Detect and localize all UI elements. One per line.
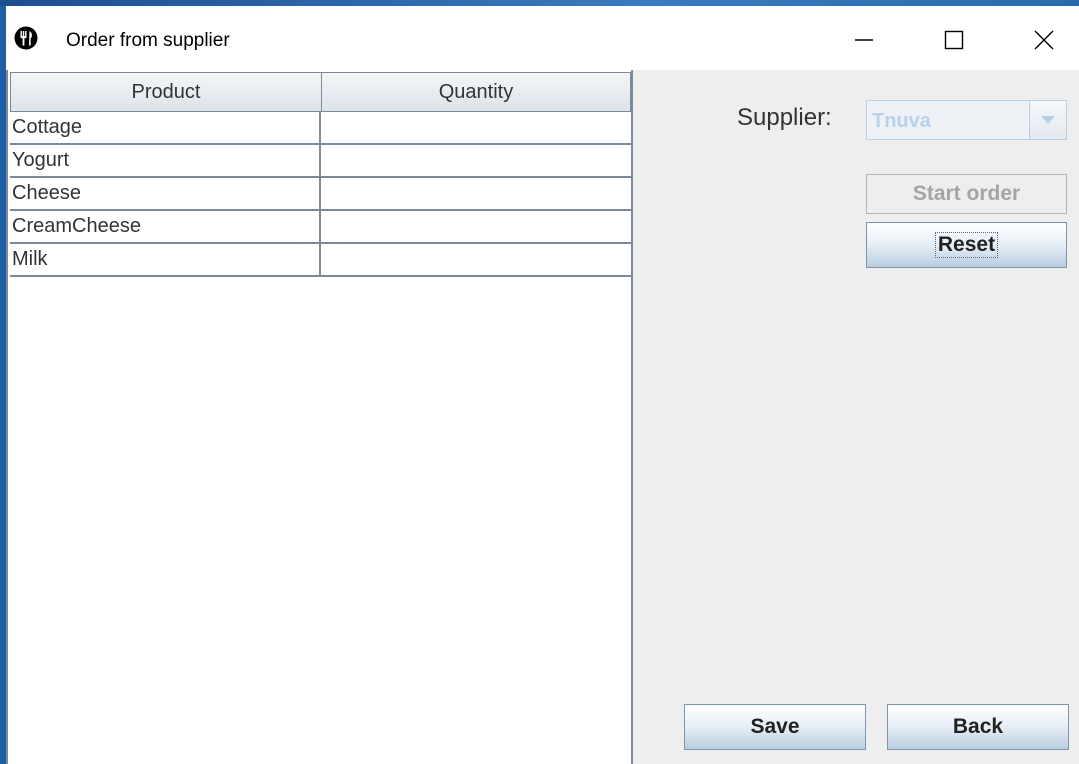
quantity-cell[interactable] [321, 211, 631, 242]
title-bar[interactable]: Order from supplier [6, 6, 1079, 70]
close-icon [1034, 30, 1054, 50]
save-button[interactable]: Save [684, 704, 866, 750]
product-cell[interactable]: Yogurt [10, 145, 321, 176]
table-body: Cottage Yogurt Cheese CreamCheese Milk [10, 112, 631, 277]
close-button[interactable] [1014, 20, 1074, 60]
column-header-quantity[interactable]: Quantity [322, 73, 630, 111]
reset-button[interactable]: Reset [866, 222, 1067, 268]
table-row[interactable]: Yogurt [10, 145, 631, 178]
quantity-cell[interactable] [321, 244, 631, 275]
maximize-icon [944, 30, 964, 50]
supplier-label: Supplier: [737, 104, 832, 131]
chevron-down-icon [1041, 116, 1055, 124]
order-window: Order from supplier Product Quantity Cot… [6, 6, 1079, 764]
content-pane: Product Quantity Cottage Yogurt Cheese C… [6, 70, 1079, 764]
supplier-selected-value: Tnuva [872, 110, 931, 132]
back-button[interactable]: Back [887, 704, 1069, 750]
utensils-icon [14, 26, 38, 50]
supplier-dropdown[interactable]: Tnuva [866, 100, 1067, 140]
minimize-button[interactable] [834, 20, 894, 60]
products-table[interactable]: Product Quantity Cottage Yogurt Cheese C… [6, 70, 633, 764]
window-title: Order from supplier [66, 30, 230, 51]
product-cell[interactable]: Cottage [10, 112, 321, 143]
dropdown-arrow-button[interactable] [1029, 101, 1066, 139]
table-row[interactable]: Cottage [10, 112, 631, 145]
table-header: Product Quantity [10, 72, 631, 112]
product-cell[interactable]: CreamCheese [10, 211, 321, 242]
quantity-cell[interactable] [321, 112, 631, 143]
maximize-button[interactable] [924, 20, 984, 60]
table-row[interactable]: Milk [10, 244, 631, 277]
column-header-product[interactable]: Product [11, 73, 322, 111]
start-order-button[interactable]: Start order [866, 174, 1067, 214]
minimize-icon [855, 39, 873, 41]
table-row[interactable]: CreamCheese [10, 211, 631, 244]
reset-button-label: Reset [934, 232, 999, 258]
quantity-cell[interactable] [321, 145, 631, 176]
product-cell[interactable]: Milk [10, 244, 321, 275]
controls-panel: Supplier: Tnuva Start order Reset Save B… [633, 70, 1079, 764]
product-cell[interactable]: Cheese [10, 178, 321, 209]
quantity-cell[interactable] [321, 178, 631, 209]
table-row[interactable]: Cheese [10, 178, 631, 211]
